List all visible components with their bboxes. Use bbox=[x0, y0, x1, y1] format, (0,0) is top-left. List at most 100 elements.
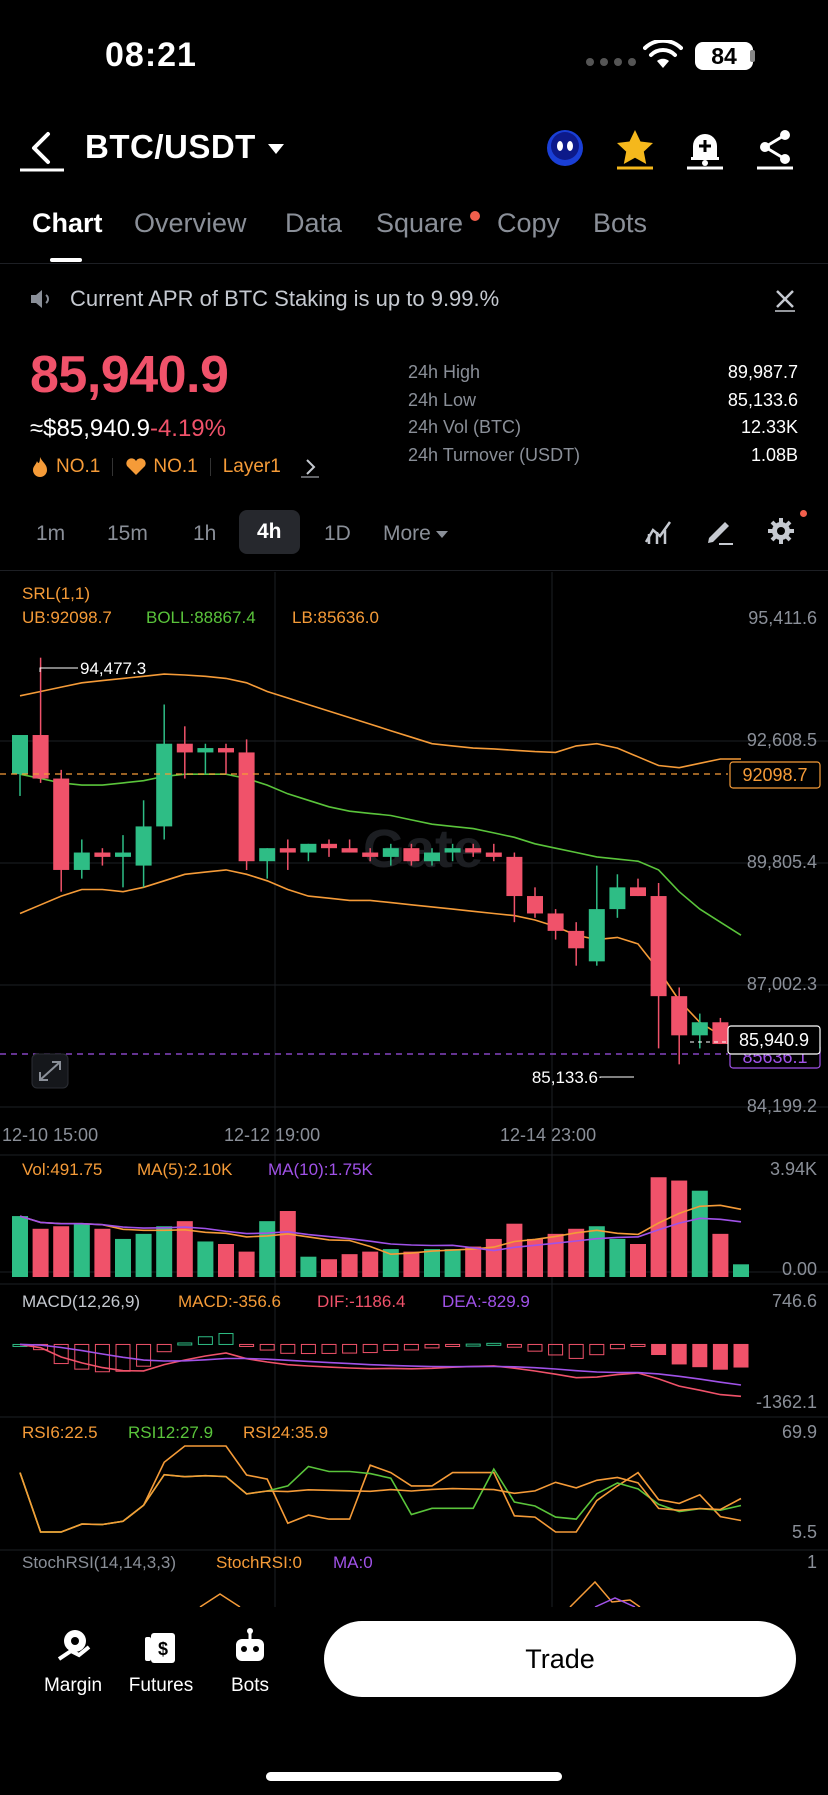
macd-bar bbox=[445, 1343, 461, 1347]
macd-bar bbox=[362, 1343, 378, 1354]
macd-tick: -1362.1 bbox=[756, 1392, 817, 1412]
rsi24-label: RSI24:35.9 bbox=[243, 1423, 328, 1442]
candle-body bbox=[238, 752, 255, 862]
share-icon[interactable] bbox=[753, 126, 797, 170]
volume-bar bbox=[321, 1259, 337, 1277]
macd-plot bbox=[12, 1333, 749, 1398]
price-chart[interactable]: SRL(1,1) UB:92098.7 BOLL:88867.4 LB:8563… bbox=[0, 572, 828, 1607]
tab-bots[interactable]: Bots bbox=[593, 208, 647, 239]
trade-button[interactable]: Trade bbox=[324, 1621, 796, 1697]
candle-body bbox=[568, 930, 585, 949]
macd-bar bbox=[74, 1343, 90, 1370]
interval-15m[interactable]: 15m bbox=[107, 522, 148, 546]
futures-icon: $ bbox=[145, 1633, 175, 1663]
macd-bar bbox=[239, 1343, 255, 1347]
macd-bar bbox=[177, 1342, 193, 1346]
stat-value: 12.33K bbox=[740, 417, 798, 437]
bottom-bar: Margin $ Futures Bots Trade bbox=[0, 1607, 828, 1795]
nav-margin[interactable]: Margin bbox=[28, 1627, 118, 1697]
rsi-tick: 5.5 bbox=[792, 1522, 817, 1542]
volume-bar bbox=[671, 1180, 688, 1277]
candle-body bbox=[630, 887, 646, 897]
nav-futures[interactable]: $ Futures bbox=[116, 1627, 206, 1697]
chevron-down-icon[interactable] bbox=[268, 144, 284, 154]
volume-bar bbox=[588, 1226, 605, 1277]
macd-bar bbox=[712, 1343, 728, 1370]
draw-pen-icon[interactable] bbox=[705, 516, 735, 546]
interval-1h[interactable]: 1h bbox=[193, 522, 216, 546]
chevron-right-icon[interactable] bbox=[299, 456, 321, 478]
volume-bar bbox=[53, 1226, 70, 1277]
settings-gear-icon[interactable] bbox=[766, 516, 796, 546]
macd-bar bbox=[692, 1343, 708, 1368]
tab-data[interactable]: Data bbox=[285, 208, 342, 239]
stat-label: 24h Turnover (USDT) bbox=[408, 444, 581, 465]
expand-icon[interactable] bbox=[31, 1053, 69, 1089]
notification-dot bbox=[470, 211, 480, 221]
candle-body bbox=[527, 896, 543, 914]
sector-tag[interactable]: Layer1 bbox=[223, 456, 281, 478]
rank-hot[interactable]: NO.1 bbox=[30, 456, 100, 478]
nav-bots[interactable]: Bots bbox=[205, 1627, 295, 1697]
svg-text:$: $ bbox=[158, 1639, 168, 1659]
candle-body bbox=[135, 826, 152, 866]
volume-bar bbox=[279, 1211, 296, 1277]
low-marker: 85,133.6 bbox=[532, 1068, 598, 1087]
status-time: 08:21 bbox=[105, 36, 197, 74]
divider bbox=[0, 263, 828, 264]
tab-square[interactable]: Square bbox=[376, 208, 463, 239]
macd-bar bbox=[548, 1343, 564, 1356]
volume-bar bbox=[403, 1251, 420, 1277]
macd-value: MACD:-356.6 bbox=[178, 1292, 281, 1311]
x-tick: 12-14 23:00 bbox=[500, 1125, 596, 1145]
rsi6-label: RSI6:22.5 bbox=[22, 1423, 98, 1442]
announcement-banner[interactable]: Current APR of BTC Staking is up to 9.99… bbox=[0, 280, 828, 340]
boll-mid-label: BOLL:88867.4 bbox=[146, 608, 256, 627]
candle-body bbox=[197, 748, 214, 753]
back-arrow-icon[interactable] bbox=[18, 128, 66, 172]
volume-bar bbox=[547, 1233, 564, 1277]
candle-body bbox=[382, 848, 399, 857]
candle-body bbox=[506, 856, 523, 897]
indicator-icon[interactable] bbox=[643, 516, 673, 546]
volume-bar bbox=[424, 1249, 440, 1277]
pair-selector[interactable]: BTC/USDT bbox=[85, 128, 256, 166]
volume-bar bbox=[733, 1264, 749, 1277]
stats-panel: 24h High 89,987.7 24h Low 85,133.6 24h Vol… bbox=[408, 362, 798, 472]
tab-overview[interactable]: Overview bbox=[134, 208, 247, 239]
cellular-signal-icon bbox=[586, 58, 636, 66]
candle-body bbox=[115, 852, 131, 857]
close-icon[interactable] bbox=[772, 286, 798, 312]
stochrsi-value: StochRSI:0 bbox=[216, 1553, 302, 1572]
candle-body bbox=[53, 778, 70, 870]
active-tab-indicator bbox=[50, 258, 82, 262]
rsi24-line bbox=[19, 1472, 742, 1533]
rank-popular[interactable]: NO.1 bbox=[125, 456, 198, 478]
tab-copy[interactable]: Copy bbox=[497, 208, 560, 239]
interval-more[interactable]: More bbox=[383, 522, 448, 546]
y-tick: 89,805.4 bbox=[747, 852, 817, 872]
favorite-star-icon[interactable] bbox=[613, 126, 657, 170]
macd-bar bbox=[506, 1343, 522, 1348]
tab-chart[interactable]: Chart bbox=[32, 208, 103, 239]
interval-1d[interactable]: 1D bbox=[324, 522, 351, 546]
rsi-plot bbox=[19, 1445, 742, 1533]
nav-label: Bots bbox=[230, 1675, 270, 1696]
candle-body bbox=[321, 843, 337, 849]
volume-bar bbox=[485, 1238, 502, 1277]
srl-label: SRL(1,1) bbox=[22, 584, 90, 603]
last-price: 85,940.9 bbox=[30, 346, 229, 404]
price-alert-bell-icon[interactable] bbox=[683, 126, 727, 170]
macd-bar bbox=[424, 1343, 440, 1349]
rank-hot-label: NO.1 bbox=[56, 456, 101, 477]
candle-body bbox=[424, 852, 440, 862]
rank-popular-label: NO.1 bbox=[153, 456, 198, 477]
interval-4h[interactable]: 4h bbox=[239, 510, 300, 554]
macd-bar bbox=[527, 1343, 543, 1352]
stat-24h-vol: 24h Vol (BTC) 12.33K bbox=[408, 417, 798, 445]
interval-1m[interactable]: 1m bbox=[36, 522, 65, 546]
high-marker: 94,477.3 bbox=[80, 659, 146, 678]
volume-bar bbox=[444, 1249, 461, 1277]
mascot-icon[interactable] bbox=[543, 126, 587, 170]
header: BTC/USDT bbox=[0, 118, 828, 178]
